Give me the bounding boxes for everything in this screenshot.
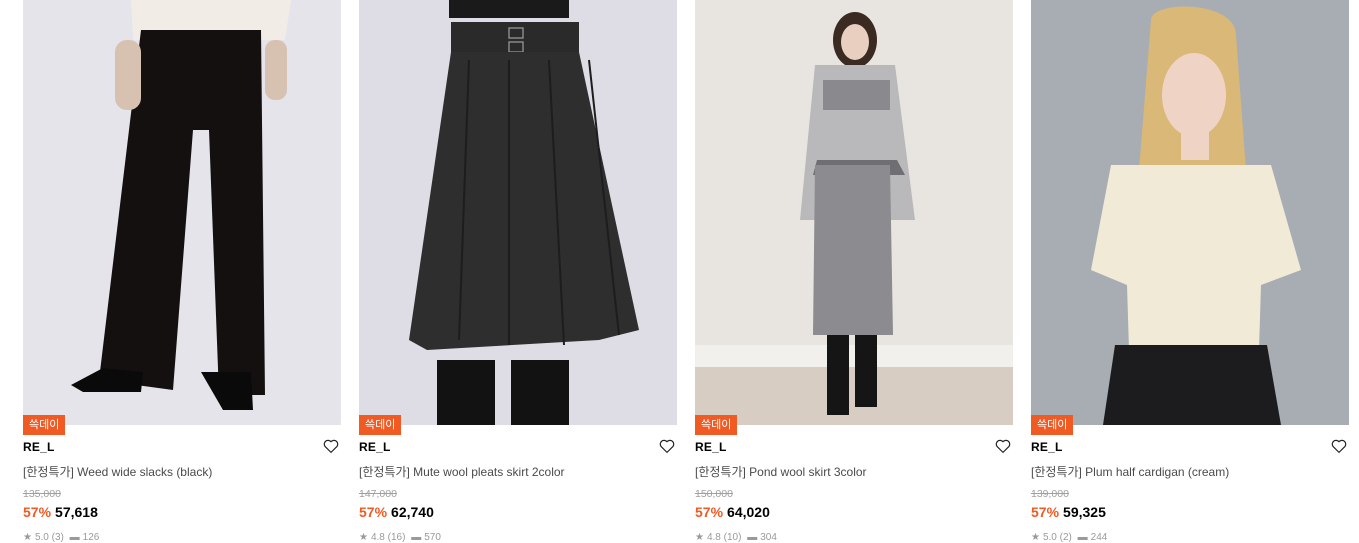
discount-rate: 57% (359, 504, 388, 520)
review-count: 244 (1090, 532, 1108, 543)
brand-name[interactable]: RE_L (359, 440, 390, 454)
promo-badge: 쓱데이 (695, 415, 738, 435)
heart-icon[interactable] (994, 437, 1012, 455)
brand-name[interactable]: RE_L (1031, 440, 1062, 454)
sale-price: 62,740 (391, 504, 434, 520)
heart-icon[interactable] (1330, 437, 1348, 455)
comment-icon: ▬ (1077, 532, 1088, 543)
promo-badge: 쓱데이 (23, 415, 66, 435)
product-card[interactable]: 쓱데이 RE_L [한정특가] Mute wool pleats skirt 2… (359, 0, 677, 543)
product-card[interactable]: 쓱데이 RE_L [한정특가] Weed wide slacks (black)… (23, 0, 341, 543)
product-name[interactable]: [한정특가] Pond wool skirt 3color (695, 463, 867, 480)
rating-row: ★ 5.0 (2) ▬ 244 (1031, 532, 1110, 543)
original-price: 150,000 (695, 488, 733, 500)
star-icon: ★ (1031, 532, 1040, 543)
product-name[interactable]: [한정특가] Weed wide slacks (black) (23, 463, 212, 480)
comment-icon: ▬ (69, 532, 80, 543)
product-image[interactable] (23, 0, 341, 425)
review-count: 304 (760, 532, 777, 543)
price-row: 57% 57,618 (23, 504, 98, 520)
sale-price: 64,020 (727, 504, 770, 520)
sale-price: 59,325 (1063, 504, 1106, 520)
product-image[interactable] (359, 0, 677, 425)
rating-row: ★ 4.8 (10) ▬ 304 (695, 532, 780, 543)
comment-icon: ▬ (411, 532, 422, 543)
rating-value: 4.8 (16) (370, 532, 406, 543)
rating-row: ★ 5.0 (3) ▬ 126 (23, 532, 102, 543)
original-price: 147,000 (359, 488, 397, 500)
original-price: 139,000 (1031, 488, 1069, 500)
product-card[interactable]: 쓱데이 RE_L [한정특가] Pond wool skirt 3color 1… (695, 0, 1013, 543)
product-grid: 쓱데이 RE_L [한정특가] Weed wide slacks (black)… (0, 0, 1359, 543)
comment-icon: ▬ (747, 532, 758, 543)
rating-value: 5.0 (2) (1042, 532, 1072, 543)
promo-badge: 쓱데이 (359, 415, 402, 435)
sale-price: 57,618 (55, 504, 98, 520)
product-card[interactable]: 쓱데이 RE_L [한정특가] Plum half cardigan (crea… (1031, 0, 1349, 543)
rating-row: ★ 4.8 (16) ▬ 570 (359, 532, 444, 543)
product-image[interactable] (695, 0, 1013, 425)
review-count: 126 (82, 532, 100, 543)
star-icon: ★ (695, 532, 704, 543)
discount-rate: 57% (23, 504, 52, 520)
price-row: 57% 64,020 (695, 504, 770, 520)
price-row: 57% 62,740 (359, 504, 434, 520)
discount-rate: 57% (695, 504, 724, 520)
product-name[interactable]: [한정특가] Mute wool pleats skirt 2color (359, 463, 565, 480)
original-price: 135,000 (23, 488, 61, 500)
price-row: 57% 59,325 (1031, 504, 1106, 520)
brand-name[interactable]: RE_L (23, 440, 54, 454)
rating-value: 4.8 (10) (706, 532, 742, 543)
brand-name[interactable]: RE_L (695, 440, 726, 454)
star-icon: ★ (23, 532, 32, 543)
heart-icon[interactable] (658, 437, 676, 455)
product-name[interactable]: [한정특가] Plum half cardigan (cream) (1031, 463, 1229, 480)
promo-badge: 쓱데이 (1031, 415, 1074, 435)
product-image[interactable] (1031, 0, 1349, 425)
review-count: 570 (424, 532, 441, 543)
star-icon: ★ (359, 532, 368, 543)
rating-value: 5.0 (3) (34, 532, 64, 543)
discount-rate: 57% (1031, 504, 1060, 520)
heart-icon[interactable] (322, 437, 340, 455)
